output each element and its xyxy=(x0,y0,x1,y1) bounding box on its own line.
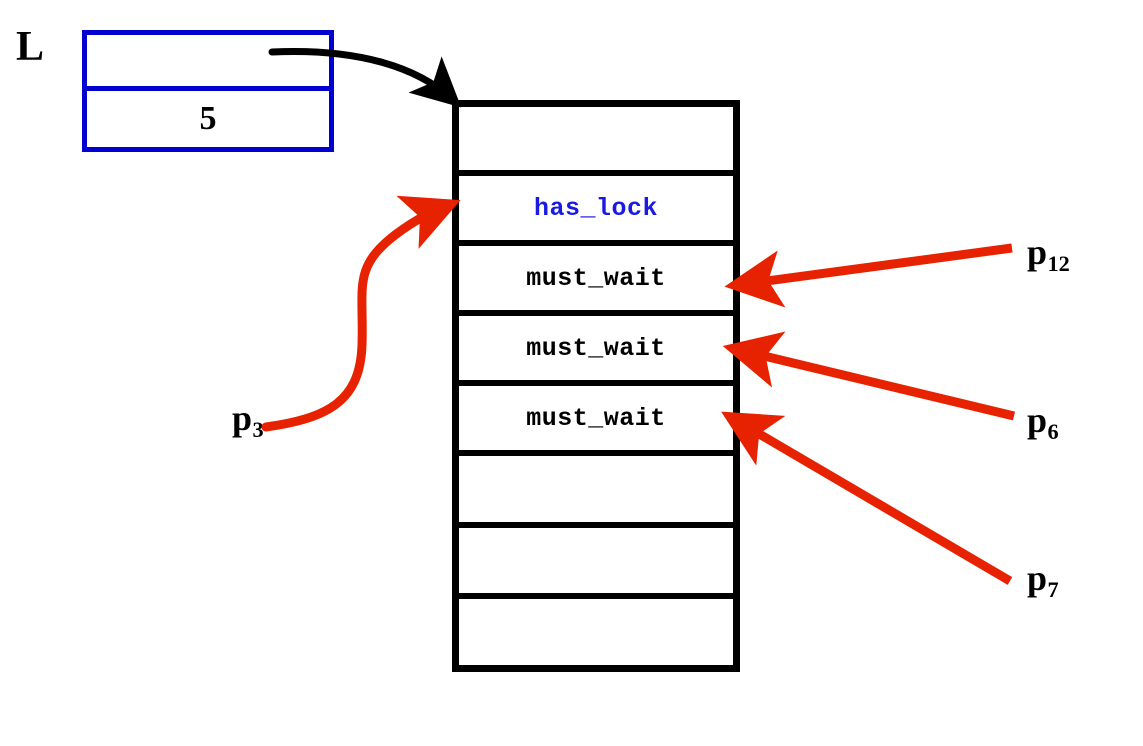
queue-cell-4: must_wait xyxy=(459,386,733,456)
p12-to-must-wait-arrow xyxy=(724,243,1013,308)
process-label-p12: p12 xyxy=(1027,232,1070,274)
pointer-variable-label: L xyxy=(16,24,45,70)
process-label-p3-sub: 3 xyxy=(252,416,264,442)
pointer-field-cell xyxy=(87,35,329,91)
process-label-p3-base: p xyxy=(232,398,253,438)
queue-cell-0 xyxy=(459,107,733,176)
queue-cell-6 xyxy=(459,528,733,599)
process-label-p7-sub: 7 xyxy=(1047,576,1059,602)
pointer-box: 5 xyxy=(82,30,334,152)
process-label-p6-sub: 6 xyxy=(1047,418,1059,444)
queue-cell-1-label: has_lock xyxy=(533,193,659,223)
count-field-cell: 5 xyxy=(87,91,329,147)
p7-to-must-wait-arrow xyxy=(721,411,1013,585)
process-label-p12-base: p xyxy=(1027,232,1048,272)
queue-cell-2-label: must_wait xyxy=(526,263,666,293)
p6-to-must-wait-arrow xyxy=(722,331,1016,421)
queue-cell-7 xyxy=(459,599,733,665)
process-label-p7-base: p xyxy=(1027,558,1048,598)
queue-cell-2: must_wait xyxy=(459,246,733,316)
process-label-p6-base: p xyxy=(1027,400,1048,440)
queue-cell-4-label: must_wait xyxy=(526,403,666,433)
lock-queue-box: has_lock must_wait must_wait must_wait xyxy=(452,100,740,672)
process-label-p3: p3 xyxy=(232,398,264,440)
queue-cell-5 xyxy=(459,456,733,528)
diagram-canvas: L 5 has_lock must_wait must_wait must_wa… xyxy=(0,0,1143,746)
queue-cell-3-label: must_wait xyxy=(526,333,666,363)
process-label-p12-sub: 12 xyxy=(1047,250,1070,276)
queue-cell-3: must_wait xyxy=(459,316,733,386)
process-label-p6: p6 xyxy=(1027,400,1059,442)
process-label-p7: p7 xyxy=(1027,558,1059,600)
count-field-value: 5 xyxy=(199,100,217,137)
p3-to-has-lock-arrow xyxy=(261,195,461,432)
queue-cell-1: has_lock xyxy=(459,176,733,246)
